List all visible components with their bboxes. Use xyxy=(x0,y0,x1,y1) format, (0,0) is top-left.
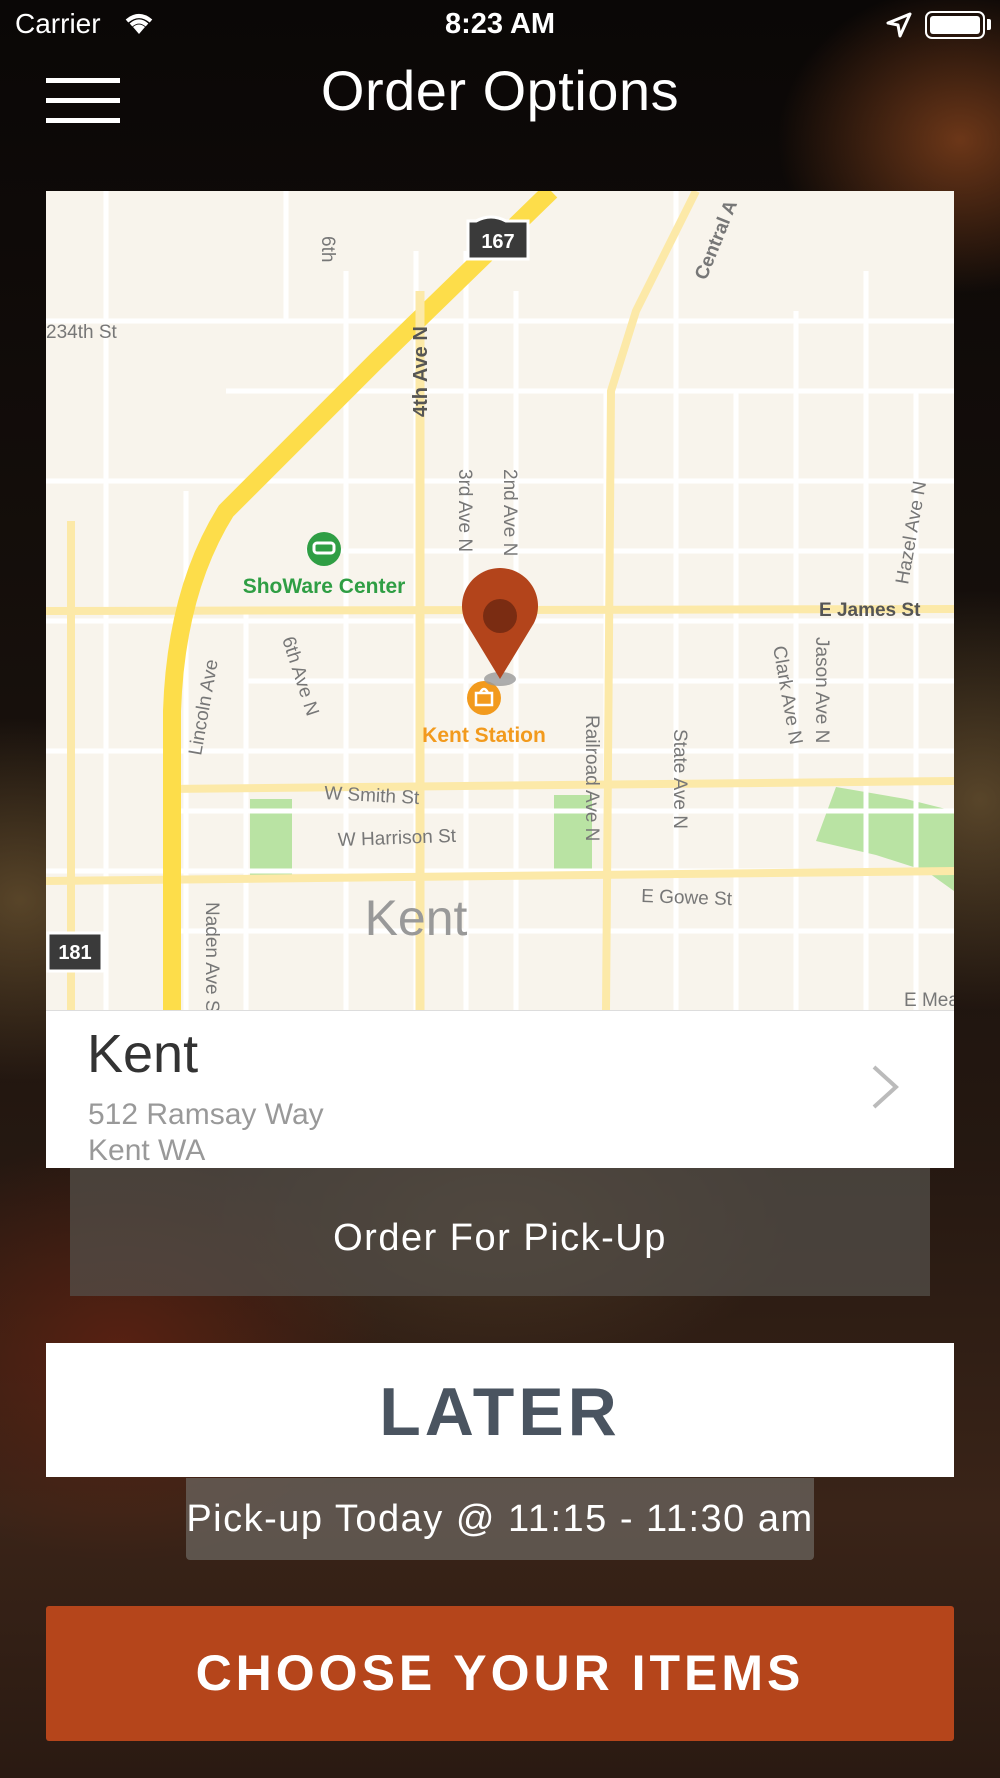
map-label-hazel: Hazel Ave N xyxy=(892,480,931,586)
map-label-w-harrison: W Harrison St xyxy=(337,826,457,851)
later-button[interactable]: LATER xyxy=(46,1343,954,1477)
store-street: 512 Ramsay Way xyxy=(88,1098,324,1131)
map-label-state: State Ave N xyxy=(669,729,690,829)
map-label-kent: Kent xyxy=(365,890,468,946)
location-services-icon xyxy=(886,12,912,38)
choose-items-button[interactable]: CHOOSE YOUR ITEMS xyxy=(46,1606,954,1741)
map-label-clark: Clark Ave N xyxy=(768,644,806,746)
stadium-icon xyxy=(307,532,341,566)
pickup-time-label: Pick-up Today @ 11:15 - 11:30 am xyxy=(186,1478,814,1560)
store-map[interactable]: 167 181 Central A 6th 234th St 4th Ave N… xyxy=(46,191,954,1010)
page-title: Order Options xyxy=(320,59,680,122)
map-label-w-smith: W Smith St xyxy=(324,783,421,809)
hwy-167-label: 167 xyxy=(481,231,514,253)
order-type-pickup-button[interactable]: Order For Pick-Up xyxy=(70,1168,930,1296)
map-label-e-mea: E Mea xyxy=(904,990,954,1010)
battery-icon xyxy=(925,11,985,39)
map-label-6th: 6th Ave N xyxy=(277,634,322,719)
clock: 8:23 AM xyxy=(444,8,556,40)
map-label-3rd-ave: 3rd Ave N xyxy=(454,469,475,552)
battery-tip xyxy=(987,19,991,30)
map-pin-icon xyxy=(462,568,538,686)
map-label-naden: Naden Ave S xyxy=(201,902,222,1010)
map-label-kent-station: Kent Station xyxy=(422,724,546,747)
map-label-e-james: E James St xyxy=(819,600,921,621)
chevron-right-icon xyxy=(872,1065,899,1109)
store-name: Kent xyxy=(87,1024,199,1084)
map-label-234th: 234th St xyxy=(46,322,117,343)
store-address: 512 Ramsay Way Kent WA xyxy=(88,1097,324,1169)
map-label-4th-ave: 4th Ave N xyxy=(410,326,432,417)
map-label-6th-top: 6th xyxy=(317,236,338,262)
store-location-card[interactable]: Kent 512 Ramsay Way Kent WA xyxy=(46,1010,954,1168)
highway-167-shield: 167 xyxy=(466,215,530,261)
map-label-lincoln: Lincoln Ave xyxy=(185,658,222,757)
map-label-jason: Jason Ave N xyxy=(811,637,832,743)
map-label-2nd-ave: 2nd Ave N xyxy=(499,469,520,556)
store-city: Kent WA xyxy=(88,1134,206,1167)
map-label-showare: ShoWare Center xyxy=(243,575,406,598)
highway-181-shield: 181 xyxy=(46,931,104,973)
map-label-e-gowe: E Gowe St xyxy=(641,886,733,910)
status-bar: Carrier 8:23 AM xyxy=(0,0,1000,50)
hwy-181-label: 181 xyxy=(58,942,91,964)
map-label-railroad: Railroad Ave N xyxy=(581,715,602,841)
map-label-central: Central A xyxy=(691,197,742,283)
shopping-bag-icon xyxy=(467,681,501,715)
